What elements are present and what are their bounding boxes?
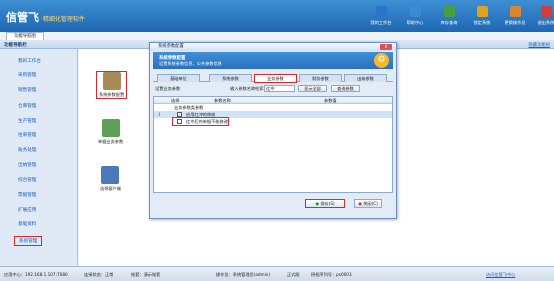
doc-params-icon bbox=[101, 119, 120, 137]
toolbar-button-3[interactable]: 锁定系统 bbox=[467, 4, 497, 30]
monitor-icon bbox=[375, 6, 387, 17]
sidebar-item-11[interactable]: 基础资料 bbox=[18, 221, 36, 227]
doc-business-params-item[interactable]: 单据业务参数 bbox=[98, 119, 123, 145]
gear-icon: ⚙ bbox=[374, 53, 389, 68]
sidebar-item-5[interactable]: 往来管理 bbox=[18, 132, 36, 138]
sidebar-item-8[interactable]: 综合管理 bbox=[18, 177, 36, 183]
sidebar-item-2[interactable]: 销售管理 bbox=[18, 87, 36, 93]
toolbar-button-5[interactable]: 退出系统 bbox=[531, 4, 554, 30]
show-all-button[interactable]: 显示全部 bbox=[298, 85, 327, 92]
toolbar-button-0[interactable]: 我的工作台 bbox=[366, 4, 396, 30]
param-search-input[interactable]: 红冲 bbox=[264, 85, 295, 92]
lock-icon bbox=[476, 6, 488, 17]
sidebar-item-7[interactable]: 出纳管理 bbox=[18, 162, 36, 168]
close-icon[interactable]: X bbox=[380, 44, 392, 50]
tab-3[interactable]: 财务参数 bbox=[299, 74, 342, 82]
sidebar-item-10[interactable]: 扩展应用 bbox=[18, 207, 36, 213]
sidebar-item-4[interactable]: 生产管理 bbox=[18, 118, 36, 124]
exit-icon bbox=[540, 6, 552, 17]
group-row: 业务参数类参数 bbox=[174, 105, 204, 110]
highlight-box bbox=[172, 117, 229, 126]
center-link[interactable]: 访问信管飞中心 bbox=[486, 272, 515, 278]
box-icon bbox=[443, 6, 455, 17]
hide-tree-link[interactable]: 隐藏功能树 bbox=[529, 42, 550, 48]
tab-1[interactable]: 系统参数 bbox=[209, 74, 252, 82]
settings-doc-icon bbox=[102, 72, 121, 90]
dialog-title: 系统参数配置 bbox=[150, 43, 396, 51]
app-logo: 信管飞 ·精细化管理软件 bbox=[6, 11, 85, 24]
tab-0[interactable]: 基础单位 bbox=[157, 74, 200, 82]
grid-header: 选择 参数名称 参数值 bbox=[154, 97, 392, 104]
select-client-item[interactable]: 选择客户端 bbox=[100, 166, 121, 192]
tab-function-nav[interactable]: 功能导航图 bbox=[6, 32, 44, 40]
sidebar-item-3[interactable]: 仓库管理 bbox=[18, 103, 36, 109]
system-params-dialog: 系统参数配置 X 系统参数配置 设置系统参数信息，公共参数信息 ⚙ 基础单位 系统… bbox=[149, 42, 397, 219]
save-button[interactable]: ● 保存(S) bbox=[305, 199, 345, 208]
tab-2[interactable]: 业务参数 bbox=[254, 74, 297, 83]
header-bar: 信管飞 ·精细化管理软件 我的工作台 帮助中心 库存查询 锁定系统 更换操作员 退出系统 bbox=[0, 0, 554, 32]
params-grid: 选择 参数名称 参数值 业务参数类参数 I ✓ 启用红冲的审核 红冲后的单据不能… bbox=[153, 96, 393, 193]
sidebar-item-0[interactable]: 我的工作台 bbox=[18, 58, 41, 64]
toolbar-button-2[interactable]: 库存查询 bbox=[434, 4, 464, 30]
sidebar: 我的工作台采购管理销售管理仓库管理生产管理往来管理账务处理出纳管理综合管理票据管… bbox=[0, 49, 78, 266]
sidebar-item-6[interactable]: 账务处理 bbox=[18, 147, 36, 153]
query-params-button[interactable]: 查询参数 bbox=[331, 85, 360, 92]
sidebar-item-1[interactable]: 采购管理 bbox=[18, 72, 36, 78]
search-row: 设置业务参数 输入参数名称检索： 红冲 显示全部 查询参数 bbox=[153, 85, 393, 94]
user-icon bbox=[509, 6, 521, 17]
close-button[interactable]: ● 关闭(C) bbox=[354, 199, 382, 208]
sidebar-item-12[interactable]: 系统管理 bbox=[14, 236, 43, 246]
toolbar-button-4[interactable]: 更换操作员 bbox=[500, 4, 530, 30]
help-icon bbox=[409, 6, 421, 17]
dialog-tabs: 基础单位 系统参数 业务参数 财务参数 出纳参数 bbox=[153, 74, 393, 83]
dialog-banner: 系统参数配置 设置系统参数信息，公共参数信息 ⚙ bbox=[153, 52, 393, 69]
system-params-config-item[interactable]: 系统参数配置 bbox=[96, 71, 128, 99]
sidebar-item-9[interactable]: 票据管理 bbox=[18, 192, 36, 198]
nav-title: 功能导航栏 bbox=[4, 43, 27, 48]
client-icon bbox=[101, 166, 120, 184]
status-bar: 应用中心：192.168.1.107:7080 连接状态：正常 账套：演示账套 … bbox=[0, 266, 554, 281]
toolbar-button-1[interactable]: 帮助中心 bbox=[400, 4, 430, 30]
tab-4[interactable]: 出纳参数 bbox=[344, 74, 387, 82]
